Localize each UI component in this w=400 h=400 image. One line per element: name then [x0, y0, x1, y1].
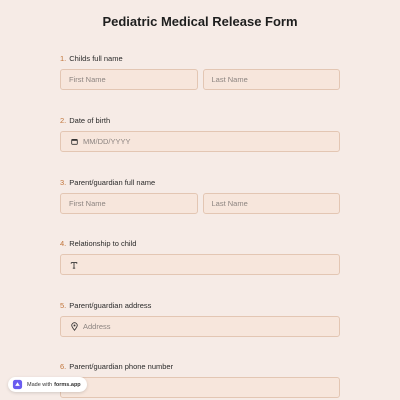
question-label: 5. Parent/guardian address	[60, 300, 340, 312]
question-date-of-birth: 2. Date of birth MM/DD/YYYY	[60, 115, 340, 152]
question-child-name: 1. Childs full name First Name Last Name	[60, 53, 340, 90]
text-icon	[69, 261, 79, 269]
placeholder-text: MM/DD/YYYY	[83, 137, 131, 146]
placeholder-text: First Name	[69, 199, 106, 208]
question-text: Date of birth	[69, 116, 111, 125]
placeholder-text: Last Name	[211, 199, 248, 208]
question-label: 2. Date of birth	[60, 115, 340, 127]
question-number: 6.	[60, 362, 67, 371]
date-of-birth-input[interactable]: MM/DD/YYYY	[60, 131, 340, 152]
badge-prefix: Made with	[27, 381, 53, 388]
question-parent-address: 5. Parent/guardian address Address	[60, 300, 340, 337]
question-relationship: 4. Relationship to child	[60, 238, 340, 275]
placeholder-text: Address	[83, 322, 111, 331]
question-parent-name: 3. Parent/guardian full name First Name L…	[60, 177, 340, 214]
question-label: 6. Parent/guardian phone number	[60, 361, 340, 373]
question-text: Relationship to child	[69, 239, 137, 248]
child-first-name-input[interactable]: First Name	[60, 69, 198, 90]
child-last-name-input[interactable]: Last Name	[202, 69, 340, 90]
placeholder-text: Last Name	[211, 75, 248, 84]
question-number: 5.	[60, 301, 67, 310]
form-title: Pediatric Medical Release Form	[102, 14, 298, 29]
phone-input[interactable]	[60, 377, 340, 398]
relationship-input[interactable]	[60, 254, 340, 275]
question-text: Parent/guardian phone number	[69, 362, 174, 371]
question-number: 1.	[60, 54, 67, 63]
question-number: 4.	[60, 239, 67, 248]
placeholder-text: First Name	[69, 75, 106, 84]
question-number: 2.	[60, 116, 67, 125]
calendar-icon	[69, 138, 79, 145]
forms-app-logo-icon	[12, 379, 23, 390]
location-pin-icon	[69, 322, 79, 331]
made-with-badge[interactable]: Made with forms.app	[8, 377, 87, 392]
question-text: Parent/guardian address	[69, 301, 152, 310]
badge-brand: forms.app	[54, 381, 81, 388]
question-text: Parent/guardian full name	[69, 178, 156, 187]
question-text: Childs full name	[69, 54, 123, 63]
question-parent-phone: 6. Parent/guardian phone number	[60, 361, 340, 398]
parent-last-name-input[interactable]: Last Name	[202, 193, 340, 214]
form-page: Pediatric Medical Release Form 1. Childs …	[0, 0, 400, 400]
question-label: 1. Childs full name	[60, 53, 340, 65]
parent-first-name-input[interactable]: First Name	[60, 193, 198, 214]
question-label: 4. Relationship to child	[60, 238, 340, 250]
address-input[interactable]: Address	[60, 316, 340, 337]
question-number: 3.	[60, 178, 67, 187]
question-label: 3. Parent/guardian full name	[60, 177, 340, 189]
